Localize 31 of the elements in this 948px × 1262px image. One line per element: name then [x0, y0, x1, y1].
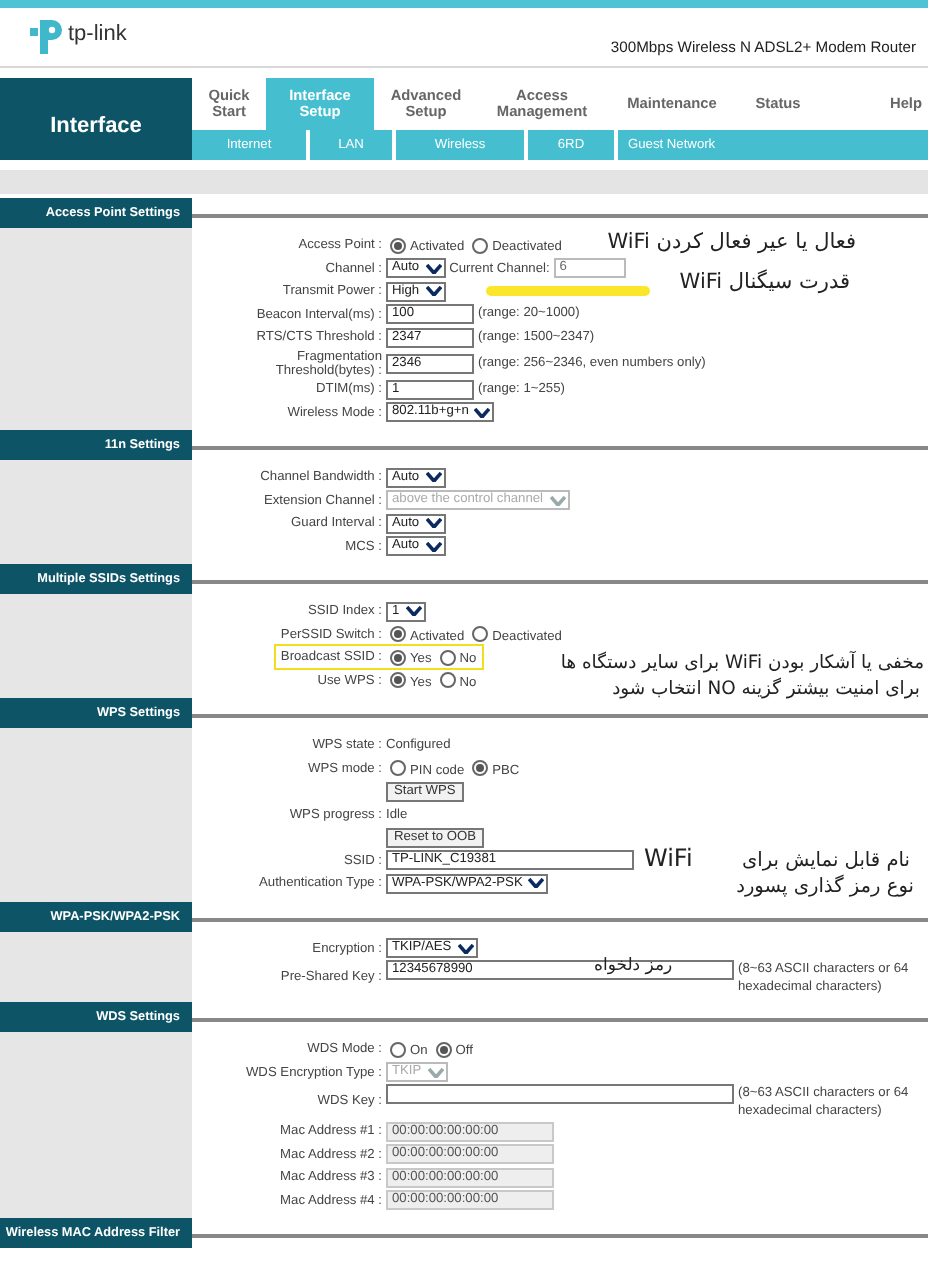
radio-button[interactable]	[390, 672, 406, 689]
annotation-text: فعال یا عیر فعال کردن WiFi	[607, 232, 856, 253]
caret-icon	[425, 472, 442, 483]
radio-button[interactable]	[390, 1041, 406, 1058]
annotation-text: رمز دلخواه	[594, 958, 673, 975]
caret-icon	[549, 495, 566, 506]
brand-name: tp-link	[68, 21, 127, 45]
radio-button[interactable]	[390, 649, 406, 666]
radio-button[interactable]	[472, 237, 489, 254]
annotation-text: WiFi	[644, 846, 693, 870]
caret-icon	[474, 407, 491, 418]
radio-button[interactable]	[390, 626, 406, 643]
radio-button[interactable]	[472, 760, 489, 777]
annotation-text: نام قابل نمایش برای	[741, 852, 910, 872]
radio-button[interactable]	[439, 672, 456, 689]
radio-button[interactable]	[390, 237, 406, 254]
page-heading: Interface	[0, 78, 192, 160]
caret-icon	[405, 606, 422, 617]
radio-button[interactable]	[435, 1041, 452, 1058]
radio-button[interactable]	[390, 760, 406, 777]
caret-icon	[528, 878, 545, 889]
annotation-text: برای امنیت بیشتر گزینه NO انتخاب شود	[612, 680, 920, 699]
radio-button[interactable]	[439, 649, 456, 666]
radio-button[interactable]	[472, 626, 489, 643]
caret-icon	[427, 1067, 444, 1078]
annotation-text: مخفی یا آشکار بودن WiFi برای سایر دستگاه ها	[560, 654, 924, 673]
input-field[interactable]	[386, 1084, 734, 1104]
annotation-text: نوع رمز گذاری پسورد	[736, 878, 914, 898]
caret-icon	[457, 943, 474, 954]
annotation-text: قدرت سیگنال WiFi	[679, 272, 850, 293]
logo-icon	[30, 18, 62, 56]
